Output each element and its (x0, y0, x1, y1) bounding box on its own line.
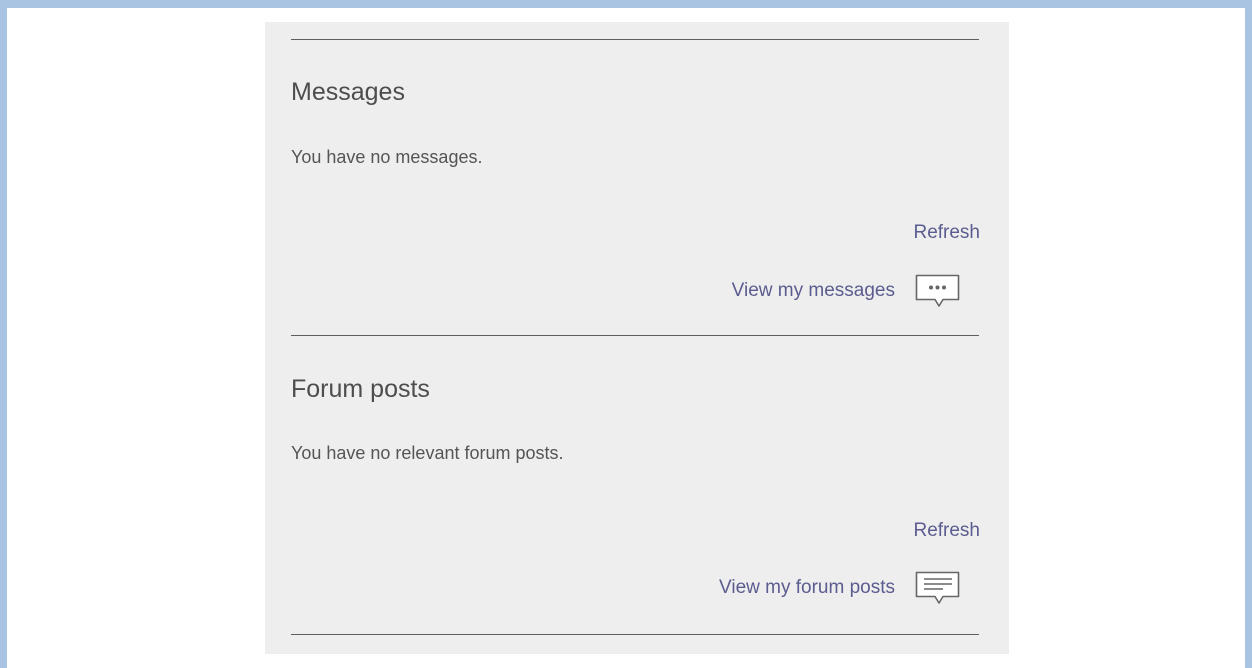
divider (291, 39, 979, 40)
view-messages-label: View my messages (731, 280, 895, 301)
forum-bubble-lines-icon (915, 571, 961, 605)
forum-refresh-link[interactable]: Refresh (913, 520, 980, 542)
forum-empty-text: You have no relevant forum posts. (291, 443, 564, 463)
view-messages-link[interactable]: View my messages (732, 274, 961, 308)
view-forum-posts-link[interactable]: View my forum posts (719, 571, 961, 605)
messages-empty-text: You have no messages. (291, 147, 483, 167)
dashboard-panel: Messages You have no messages. Refresh V… (265, 22, 1009, 654)
divider (291, 335, 979, 336)
divider (291, 634, 979, 635)
messages-refresh-link[interactable]: Refresh (913, 222, 980, 244)
message-bubble-dots-icon (915, 274, 961, 308)
messages-heading: Messages (291, 78, 405, 106)
forum-heading: Forum posts (291, 375, 430, 403)
window-frame: Messages You have no messages. Refresh V… (0, 0, 1252, 668)
view-forum-posts-label: View my forum posts (719, 577, 895, 598)
